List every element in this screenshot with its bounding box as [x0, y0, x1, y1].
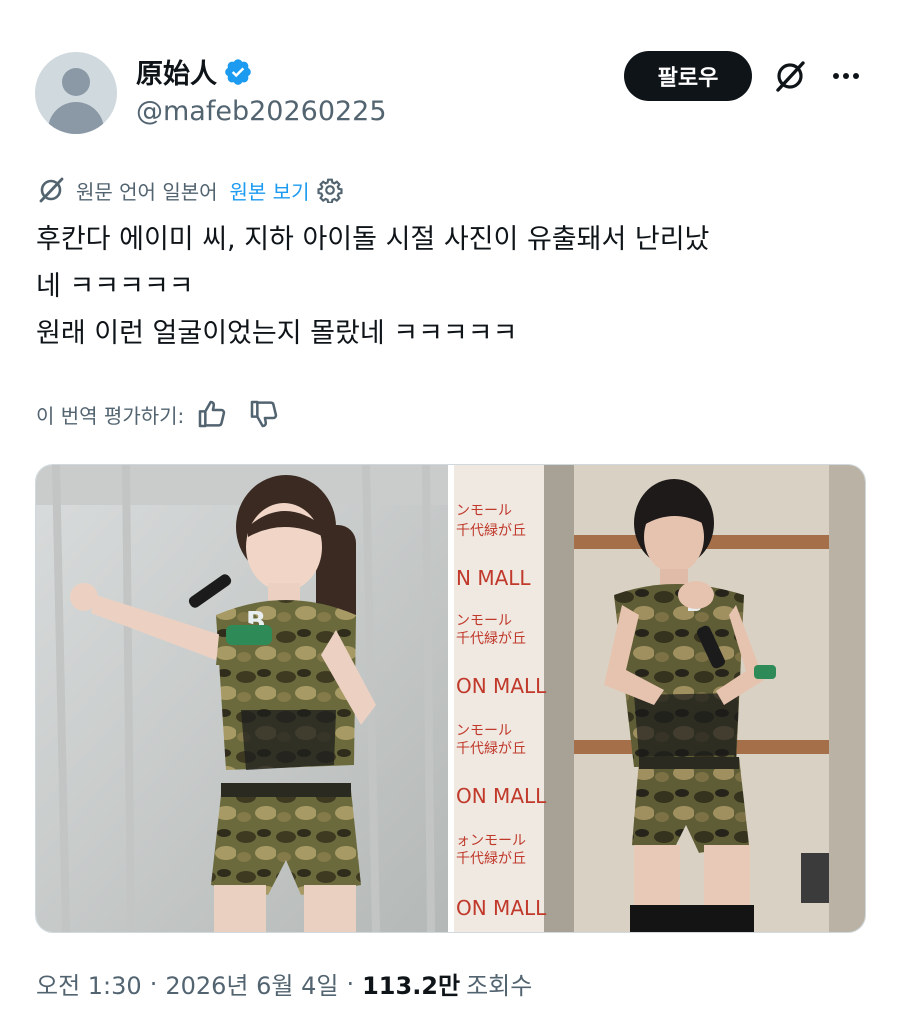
avatar[interactable]	[35, 52, 117, 134]
sign-line: ON MALL	[456, 896, 547, 920]
rate-translation-row: 이 번역 평가하기:	[36, 394, 300, 434]
grok-translate-icon	[39, 177, 64, 203]
author-name-row: 原始人	[136, 52, 253, 91]
sign-line: ON MALL	[456, 674, 547, 698]
tweet-date[interactable]: 2026년 6월 4일	[165, 966, 338, 1001]
tweet-text: 후칸다 에이미 씨, 지하 아이돌 시절 사진이 유출돼서 난리났 네 ㅋㅋㅋㅋ…	[36, 216, 866, 357]
translation-note: 원문 언어 일본어	[76, 179, 218, 204]
grok-icon[interactable]	[772, 58, 808, 94]
show-original-link[interactable]: 원본 보기	[230, 176, 310, 205]
avatar-body-shape	[48, 102, 104, 134]
media-gallery: B ンモール 千代緑が丘 N MALL ンモール 千代緑が丘 ON MALL ン…	[35, 464, 866, 933]
tweet-time[interactable]: 오전 1:30	[36, 966, 142, 1001]
meta-separator: ·	[346, 969, 355, 998]
sign-line: ンモール	[456, 723, 512, 739]
thumbs-down-icon[interactable]	[248, 398, 280, 430]
photo-left[interactable]: B	[36, 465, 448, 932]
gear-icon[interactable]	[317, 177, 344, 203]
photo-right[interactable]: ンモール 千代緑が丘 N MALL ンモール 千代緑が丘 ON MALL ンモー…	[454, 465, 865, 932]
sign-line: N MALL	[456, 566, 531, 590]
display-name[interactable]: 原始人	[136, 52, 217, 91]
tweet-line: 원래 이런 얼굴이었는지 몰랐네 ㅋㅋㅋㅋㅋ	[36, 318, 518, 349]
photo-right-image: ンモール 千代緑が丘 N MALL ンモール 千代緑が丘 ON MALL ンモー…	[454, 465, 865, 932]
sign-line: ON MALL	[456, 784, 547, 808]
sign-line: ォンモール	[456, 833, 526, 849]
sign-line: 千代緑が丘	[456, 741, 526, 757]
tweet-line: 네 ㅋㅋㅋㅋㅋ	[36, 271, 194, 302]
translation-row: 원문 언어 일본어 원본 보기	[36, 172, 344, 208]
avatar-head-shape	[62, 68, 90, 96]
thumbs-up-icon[interactable]	[196, 398, 228, 430]
views-label: 조회수	[466, 972, 533, 1000]
sign-line: 千代緑が丘	[456, 523, 526, 539]
follow-button[interactable]: 팔로우	[624, 51, 752, 101]
tweet-meta: 오전 1:30 · 2026년 6월 4일 · 113.2만 조회수	[36, 966, 532, 1001]
photo-left-image: B	[36, 465, 448, 932]
sign-line: ンモール	[456, 613, 512, 629]
views-count: 113.2만	[362, 972, 461, 1000]
sign-line: 千代緑が丘	[456, 631, 526, 647]
sign-line: 千代緑が丘	[456, 851, 526, 867]
tweet-line: 후칸다 에이미 씨, 지하 아이돌 시절 사진이 유출돼서 난리났	[36, 224, 710, 255]
more-dots-icon[interactable]	[830, 64, 862, 88]
author-handle[interactable]: @mafeb20260225	[136, 96, 387, 127]
sign-line: ンモール	[456, 503, 512, 519]
verified-badge-icon	[225, 58, 251, 85]
rate-translation-label: 이 번역 평가하기:	[36, 403, 185, 428]
meta-separator: ·	[149, 969, 158, 998]
